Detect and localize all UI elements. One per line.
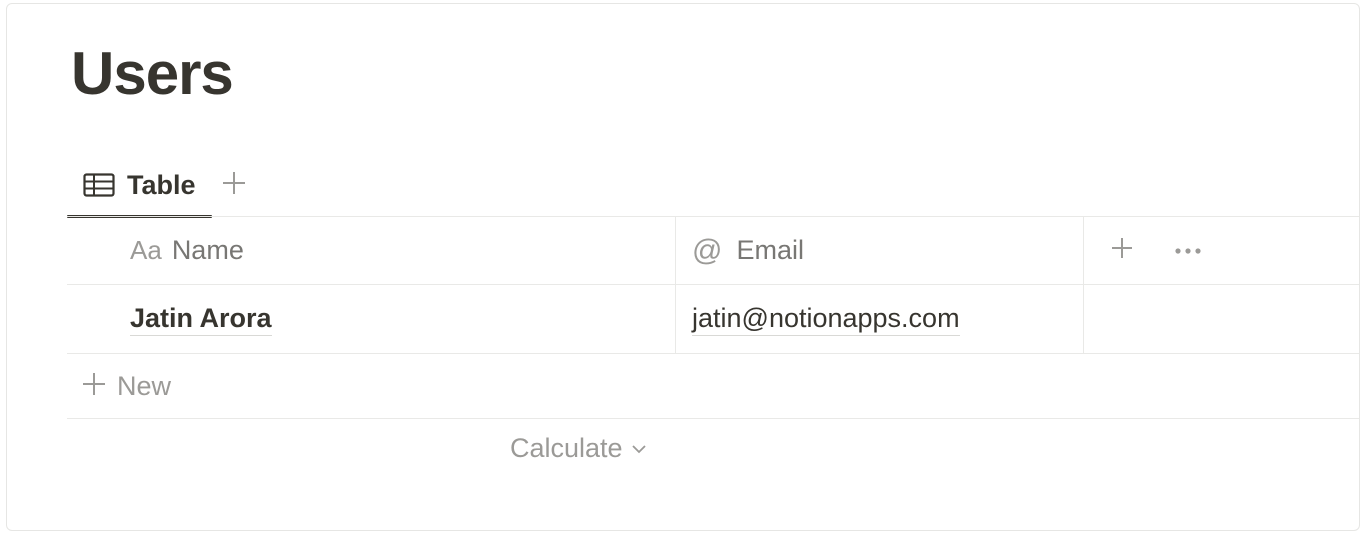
email-property-icon: @: [692, 233, 723, 267]
calculate-row: Calculate: [67, 418, 1359, 483]
view-tabs: Table: [67, 154, 256, 218]
column-header-label: Name: [171, 235, 244, 265]
column-header-name[interactable]: Aa Name: [67, 217, 676, 284]
plus-icon: [1110, 236, 1134, 265]
plus-icon: [81, 371, 107, 402]
table-row[interactable]: Jatin Arora jatin@notionapps.com: [67, 284, 1359, 353]
add-property-button[interactable]: [1100, 229, 1144, 273]
header-actions: [1084, 217, 1359, 284]
users-table: Aa Name @ Email Jatin Arora jatin@notion…: [67, 216, 1359, 483]
text-property-icon: Aa: [130, 235, 162, 265]
new-row-button[interactable]: New: [67, 353, 1359, 418]
more-options-button[interactable]: [1166, 229, 1210, 273]
tab-table[interactable]: Table: [67, 154, 212, 218]
column-header-email[interactable]: @ Email: [676, 217, 1084, 284]
page-title: Users: [71, 40, 234, 107]
table-header-row: Aa Name @ Email: [67, 216, 1359, 284]
name-cell[interactable]: Jatin Arora: [67, 285, 676, 353]
empty-cell: [1084, 285, 1359, 353]
name-value[interactable]: Jatin Arora: [130, 303, 272, 336]
tab-label: Table: [127, 169, 196, 200]
table-icon: [83, 173, 115, 197]
column-header-label: Email: [736, 235, 804, 265]
calculate-button[interactable]: Calculate: [510, 433, 647, 464]
plus-icon: [221, 170, 247, 201]
more-horizontal-icon: [1174, 242, 1202, 260]
email-cell[interactable]: jatin@notionapps.com: [676, 285, 1084, 353]
calculate-label: Calculate: [510, 433, 623, 463]
new-row-label: New: [117, 370, 172, 401]
chevron-down-icon: [631, 444, 647, 454]
add-view-button[interactable]: [212, 163, 256, 207]
email-value[interactable]: jatin@notionapps.com: [692, 303, 960, 336]
database-card: Users Table Aa Name @ Email Jatin Arora …: [6, 3, 1360, 531]
